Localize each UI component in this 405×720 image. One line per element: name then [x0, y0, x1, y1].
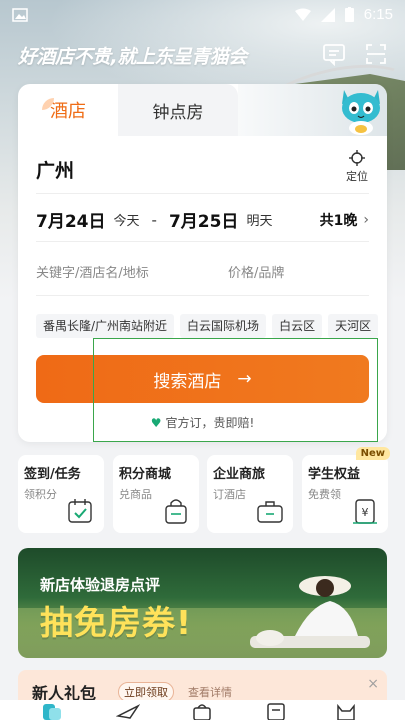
booking-tabs: 酒店 钟点房	[18, 84, 387, 136]
city-selector[interactable]: 广州 定位	[36, 150, 369, 194]
tab-hotel[interactable]: 酒店	[18, 84, 118, 136]
tab-hourly-room[interactable]: 钟点房	[118, 84, 238, 136]
chevron-right-icon: ›	[363, 211, 369, 228]
header: 好酒店不贵,就上东呈青猫会	[18, 42, 388, 70]
scan-icon[interactable]	[364, 42, 388, 66]
quick-link-title: 企业商旅	[213, 467, 266, 482]
tab-hotel-label: 酒店	[50, 101, 86, 122]
quick-link-title: 学生权益	[308, 467, 361, 482]
claim-now-button[interactable]: 立即领取	[118, 682, 174, 702]
tab-hourly-room-label: 钟点房	[152, 102, 204, 123]
shopping-bag-icon[interactable]	[190, 702, 214, 720]
city-name: 广州	[36, 160, 75, 182]
cat-mascot-icon	[342, 90, 380, 135]
close-icon[interactable]: ×	[367, 676, 379, 692]
relaxing-person-illustration	[250, 576, 370, 648]
bottom-nav	[0, 700, 405, 720]
shopping-bag-icon	[165, 499, 187, 524]
hot-tag[interactable]: 白云国际机场	[180, 314, 267, 338]
keyword-row: 关键字/酒店名/地标 价格/品牌	[36, 248, 369, 296]
highlight-box	[93, 338, 378, 442]
keyword-input[interactable]: 关键字/酒店名/地标	[36, 262, 149, 281]
date-separator: -	[151, 210, 157, 229]
checkin-date: 7月24日	[36, 212, 106, 232]
status-time: 6:15	[363, 6, 393, 23]
quick-link-business-travel[interactable]: 企业商旅 订酒店	[207, 455, 293, 533]
checkout-date: 7月25日	[168, 212, 239, 232]
briefcase-icon	[257, 501, 283, 523]
profile-cat-icon[interactable]	[334, 702, 358, 720]
hot-tag[interactable]: 天河区	[328, 314, 379, 338]
date-selector[interactable]: 7月24日 今天 - 7月25日 明天 共1晚 ›	[36, 198, 369, 242]
price-brand-input[interactable]: 价格/品牌	[228, 262, 284, 281]
quick-link-title: 签到/任务	[24, 467, 81, 482]
hot-tags: 番禺长隆/广州南站附近 白云国际机场 白云区 天河区	[36, 314, 387, 338]
battery-icon	[344, 7, 354, 22]
signal-icon	[320, 7, 335, 22]
page-title: 好酒店不贵,就上东呈青猫会	[18, 46, 247, 68]
calendar-check-icon	[68, 499, 92, 523]
message-icon[interactable]	[322, 42, 346, 66]
nights-count: 共1晚	[319, 212, 358, 229]
hot-tag[interactable]: 番禺长隆/广州南站附近	[36, 314, 175, 338]
quick-link-checkin-task[interactable]: 签到/任务 领积分	[18, 455, 104, 533]
locate-icon	[349, 150, 365, 166]
promo-banner[interactable]: 新店体验退房点评 抽免房券!	[18, 548, 387, 658]
promo-note: 查看详情	[188, 686, 232, 699]
new-badge: New	[355, 447, 390, 460]
wifi-icon	[294, 8, 311, 21]
quick-link-points-mall[interactable]: 积分商城 兑商品	[113, 455, 199, 533]
svg-text:¥: ¥	[362, 506, 369, 519]
quick-links: 签到/任务 领积分 积分商城 兑商品 企业商旅 订酒店 New 学生权益 免费领	[18, 447, 390, 535]
image-icon	[12, 8, 28, 22]
orders-icon[interactable]	[264, 702, 288, 720]
banner-title: 抽免房券!	[40, 603, 193, 642]
checkout-weekday: 明天	[246, 214, 273, 229]
checkin-weekday: 今天	[113, 214, 140, 229]
hot-tag[interactable]: 白云区	[272, 314, 323, 338]
home-icon[interactable]	[40, 702, 64, 720]
quick-link-student-benefits[interactable]: New 学生权益 免费领 ¥	[302, 447, 390, 533]
banner-subtitle: 新店体验退房点评	[40, 576, 161, 594]
locate-label: 定位	[346, 170, 368, 183]
quick-link-title: 积分商城	[119, 467, 172, 482]
locate-button[interactable]: 定位	[345, 150, 369, 184]
status-bar: 6:15	[0, 0, 405, 32]
yen-card-icon: ¥	[353, 499, 377, 524]
travel-icon[interactable]	[116, 702, 140, 720]
